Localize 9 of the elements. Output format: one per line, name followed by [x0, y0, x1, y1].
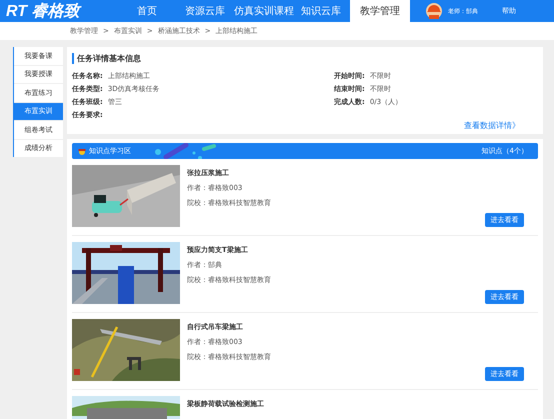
logo: RT 睿格致	[5, 2, 82, 22]
avatar-icon[interactable]	[426, 3, 442, 19]
details-link[interactable]: 查看数据详情》	[464, 120, 520, 131]
nav-tab[interactable]: 资源云库	[176, 0, 234, 22]
section-title: 任务详情基本信息	[72, 53, 538, 64]
cap-icon	[78, 147, 86, 155]
nav-tab[interactable]: 仿真实训课程	[234, 0, 292, 22]
nav-tab[interactable]: 首页	[118, 0, 176, 22]
nav-tab[interactable]: 教学管理	[350, 0, 410, 22]
